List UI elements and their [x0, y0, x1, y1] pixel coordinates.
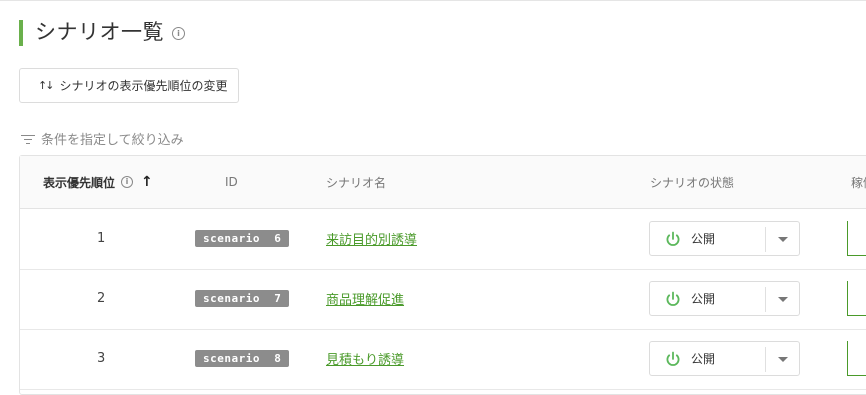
column-label-priority: 表示優先順位 — [43, 175, 116, 190]
chevron-down-icon[interactable] — [778, 237, 788, 242]
status-label: 公開 — [691, 352, 716, 366]
change-priority-button[interactable]: ↑↓ シナリオの表示優先順位の変更 — [19, 68, 239, 103]
priority-cell: 3 — [97, 351, 106, 366]
status-label: 公開 — [691, 232, 716, 246]
scenario-id-badge: scenario 6 — [195, 230, 290, 247]
scenario-id-badge: scenario 7 — [195, 290, 290, 307]
power-icon — [666, 351, 680, 366]
filter-label: 条件を指定して絞り込み — [41, 133, 184, 148]
table-row: 3 scenario 8 見積もり誘導 公開 — [20, 329, 866, 390]
extra-control[interactable] — [847, 281, 866, 316]
sort-arrows-icon: ↑↓ — [38, 79, 55, 92]
column-header-status: シナリオの状態 — [650, 175, 735, 190]
scenario-id-badge: scenario 8 — [195, 350, 290, 367]
filter-toggle[interactable]: 条件を指定して絞り込み — [21, 129, 184, 148]
scenario-name-link[interactable]: 来訪目的別誘導 — [326, 229, 417, 248]
column-header-id: ID — [225, 175, 238, 189]
select-divider — [765, 287, 766, 312]
scenario-name-link[interactable]: 見積もり誘導 — [326, 349, 404, 368]
table-header: 表示優先順位 i ↑ ID シナリオ名 シナリオの状態 稼働 — [20, 156, 866, 209]
page-title: シナリオ一覧 — [35, 20, 164, 44]
column-header-name: シナリオ名 — [326, 175, 387, 190]
extra-control[interactable] — [847, 341, 866, 376]
priority-info-icon[interactable]: i — [121, 176, 134, 188]
scenario-name-link[interactable]: 商品理解促進 — [326, 289, 404, 308]
title-accent-bar — [19, 20, 23, 46]
power-icon — [666, 291, 680, 306]
status-select[interactable]: 公開 — [649, 221, 800, 256]
table-row: 1 scenario 6 来訪目的別誘導 公開 — [20, 209, 866, 270]
sort-ascending-icon[interactable]: ↑ — [141, 174, 153, 190]
extra-control[interactable] — [847, 221, 866, 256]
chevron-down-icon[interactable] — [778, 357, 788, 362]
status-label: 公開 — [691, 292, 716, 306]
info-icon[interactable]: i — [172, 27, 185, 40]
column-header-priority[interactable]: 表示優先順位 i ↑ — [43, 156, 153, 208]
priority-cell: 2 — [97, 291, 106, 306]
status-select[interactable]: 公開 — [649, 281, 800, 316]
top-border — [0, 0, 866, 1]
status-select[interactable]: 公開 — [649, 341, 800, 376]
power-icon — [666, 231, 680, 246]
change-priority-label: シナリオの表示優先順位の変更 — [59, 79, 228, 93]
filter-icon — [21, 134, 35, 144]
column-header-extra: 稼働 — [851, 175, 866, 190]
select-divider — [765, 227, 766, 252]
priority-cell: 1 — [97, 231, 106, 246]
scenario-table: 表示優先順位 i ↑ ID シナリオ名 シナリオの状態 稼働 1 scenari… — [19, 155, 866, 395]
table-row: 2 scenario 7 商品理解促進 公開 — [20, 269, 866, 330]
chevron-down-icon[interactable] — [778, 297, 788, 302]
select-divider — [765, 347, 766, 372]
